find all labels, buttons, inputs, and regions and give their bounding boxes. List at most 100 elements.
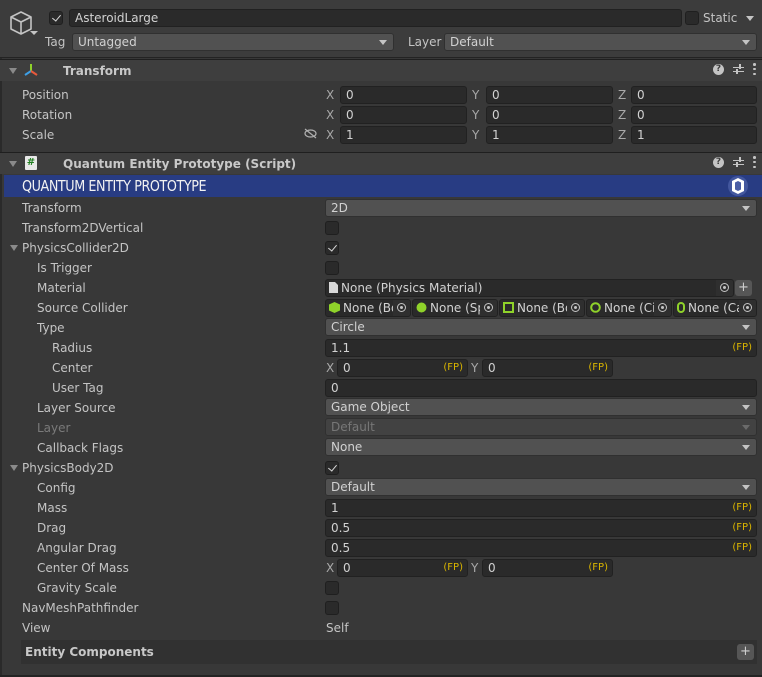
position-y-input[interactable]: 0 (486, 86, 613, 104)
object-name-input[interactable]: AsteroidLarge (69, 9, 682, 27)
fp-suffix: (FP) (588, 562, 608, 573)
scale-z-input[interactable]: 1 (631, 126, 757, 144)
source-collider-box2d[interactable]: None (Bo (499, 299, 585, 317)
document-icon (329, 282, 338, 293)
axis-x-label[interactable]: X (326, 560, 334, 576)
object-picker-icon[interactable] (739, 300, 756, 316)
add-entity-component-button[interactable]: + (737, 644, 754, 660)
layer-source-value: Game Object (331, 400, 410, 414)
center-x-input[interactable]: 0 (FP) (337, 359, 468, 377)
object-picker-icon[interactable] (654, 300, 671, 316)
layer-source-dropdown[interactable]: Game Object (325, 398, 757, 416)
layer-dropdown[interactable]: Default (444, 33, 757, 51)
foldout-arrow-icon[interactable] (9, 68, 17, 74)
rotation-z-input[interactable]: 0 (631, 106, 757, 124)
source-collider-value: None (Ca (688, 301, 744, 315)
tag-dropdown[interactable]: Untagged (72, 33, 394, 51)
foldout-arrow-icon[interactable] (10, 465, 18, 471)
axis-y-label[interactable]: Y (472, 127, 479, 143)
drag-input[interactable]: 0.5 (FP) (325, 519, 757, 537)
axis-y-label[interactable]: Y (472, 87, 479, 103)
rotation-y-input[interactable]: 0 (486, 106, 613, 124)
center-y-input[interactable]: 0 (FP) (482, 359, 613, 377)
drag-label: Drag (37, 521, 67, 535)
navmesh-pathfinder-checkbox[interactable] (325, 601, 339, 615)
chevron-down-icon (742, 425, 750, 430)
collider-layer-label: Layer (37, 421, 71, 435)
axis-x-label[interactable]: X (326, 87, 334, 103)
foldout-arrow-icon[interactable] (10, 245, 18, 251)
object-picker-icon[interactable] (480, 300, 497, 316)
scale-x-input[interactable]: 1 (340, 126, 467, 144)
physics-body-checkbox[interactable] (325, 461, 339, 475)
add-material-button[interactable]: + (735, 280, 752, 296)
center-of-mass-x-value: 0 (343, 561, 351, 575)
object-picker-icon[interactable] (716, 280, 733, 296)
config-dropdown[interactable]: Default (325, 478, 757, 496)
position-x-input[interactable]: 0 (340, 86, 467, 104)
static-dropdown-arrow-icon[interactable] (746, 16, 754, 21)
axis-z-label[interactable]: Z (618, 87, 626, 103)
angular-drag-input[interactable]: 0.5 (FP) (325, 539, 757, 557)
axis-z-label[interactable]: Z (618, 107, 626, 123)
active-checkbox[interactable] (49, 11, 63, 25)
gravity-scale-checkbox[interactable] (325, 581, 339, 595)
radius-value: 1.1 (331, 341, 351, 355)
panel-left-edge (0, 58, 2, 677)
source-collider-label: Source Collider (37, 301, 128, 315)
help-icon[interactable]: ? (713, 156, 724, 168)
physics-body-label[interactable]: PhysicsBody2D (22, 460, 114, 476)
scale-y-input[interactable]: 1 (486, 126, 613, 144)
axis-y-label[interactable]: Y (471, 560, 478, 576)
entity-components-section: Entity Components (21, 640, 757, 664)
kebab-menu-icon[interactable] (753, 156, 756, 168)
icon-dropdown-arrow[interactable] (30, 31, 38, 35)
tag-value: Untagged (78, 35, 137, 49)
source-collider-box[interactable]: None (Bo (325, 299, 411, 317)
presets-icon[interactable] (733, 156, 744, 168)
radius-input[interactable]: 1.1 (FP) (325, 339, 757, 357)
gravity-scale-label: Gravity Scale (37, 581, 117, 595)
center-of-mass-x-input[interactable]: 0 (FP) (337, 559, 468, 577)
object-picker-icon[interactable] (393, 300, 410, 316)
axis-x-label[interactable]: X (326, 127, 334, 143)
is-trigger-label: Is Trigger (37, 261, 92, 275)
transform-mode-value: 2D (331, 201, 348, 215)
constrain-proportions-icon[interactable] (304, 128, 317, 139)
transform-mode-dropdown[interactable]: 2D (325, 199, 757, 217)
presets-icon[interactable] (733, 63, 744, 75)
center-of-mass-y-input[interactable]: 0 (FP) (482, 559, 613, 577)
axis-y-label[interactable]: Y (471, 360, 478, 376)
physics-collider-checkbox[interactable] (325, 241, 339, 255)
axis-x-label[interactable]: X (326, 360, 334, 376)
rotation-x-input[interactable]: 0 (340, 106, 467, 124)
is-trigger-checkbox[interactable] (325, 261, 339, 275)
source-collider-capsule2d[interactable]: None (Ca (673, 299, 757, 317)
material-object-field[interactable]: None (Physics Material) (325, 279, 734, 297)
physics-collider-label[interactable]: PhysicsCollider2D (22, 240, 129, 256)
script-header[interactable]: # Quantum Entity Prototype (Script) ? (0, 152, 762, 174)
source-collider-sphere[interactable]: None (Sp (412, 299, 498, 317)
help-icon[interactable]: ? (713, 63, 724, 75)
collider-type-dropdown[interactable]: Circle (325, 318, 757, 336)
object-picker-icon[interactable] (567, 300, 584, 316)
source-collider-circle2d[interactable]: None (Ci (586, 299, 672, 317)
callback-flags-dropdown[interactable]: None (325, 438, 757, 456)
script-file-icon: # (25, 156, 37, 170)
transform2d-vertical-checkbox[interactable] (325, 221, 339, 235)
box2d-collider-icon (503, 302, 514, 313)
layer-source-label: Layer Source (37, 401, 116, 415)
axis-z-label[interactable]: Z (618, 127, 626, 143)
axis-y-label[interactable]: Y (472, 107, 479, 123)
radius-label: Radius (52, 341, 93, 355)
foldout-arrow-icon[interactable] (9, 161, 17, 167)
transform-header[interactable]: Transform ? (0, 59, 762, 81)
axis-x-label[interactable]: X (326, 107, 334, 123)
user-tag-input[interactable]: 0 (325, 379, 757, 397)
static-label: Static (703, 11, 738, 25)
drag-value: 0.5 (331, 521, 351, 535)
kebab-menu-icon[interactable] (753, 63, 756, 75)
mass-input[interactable]: 1 (FP) (325, 499, 757, 517)
static-checkbox[interactable] (685, 11, 699, 25)
position-z-input[interactable]: 0 (631, 86, 757, 104)
